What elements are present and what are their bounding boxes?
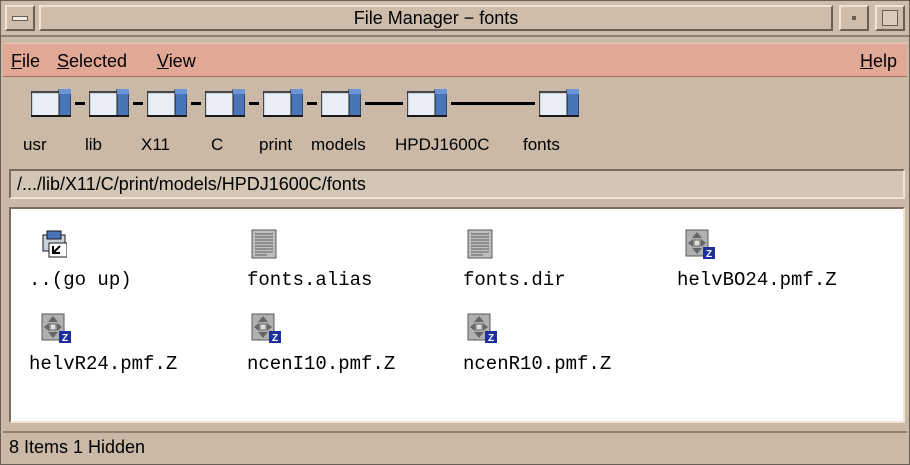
- path-label-c[interactable]: C: [211, 135, 223, 155]
- file-item[interactable]: helvR24.pmf.Z: [19, 313, 229, 383]
- window-menu-button[interactable]: [5, 5, 35, 31]
- menu-help[interactable]: Help: [860, 51, 897, 72]
- path-label-x11[interactable]: X11: [141, 135, 170, 155]
- file-name: fonts.dir: [463, 269, 566, 291]
- folder-icon[interactable]: [407, 89, 447, 117]
- path-connector: [249, 102, 259, 105]
- compressed-file-icon: [467, 313, 497, 343]
- folder-icon[interactable]: [31, 89, 71, 117]
- minimize-icon: [852, 16, 856, 20]
- path-label-fonts[interactable]: fonts: [523, 135, 560, 155]
- compressed-file-icon: [685, 229, 715, 259]
- minimize-button[interactable]: [839, 5, 869, 31]
- file-item[interactable]: fonts.alias: [233, 229, 443, 299]
- menu-bar: File Selected View Help: [3, 43, 907, 77]
- file-name: helvBO24.pmf.Z: [677, 269, 837, 291]
- compressed-file-icon: [251, 313, 281, 343]
- file-name: ..(go up): [29, 269, 132, 291]
- file-name: fonts.alias: [247, 269, 373, 291]
- path-connector: [365, 102, 403, 105]
- path-connector: [191, 102, 201, 105]
- text-document-icon: [467, 229, 493, 259]
- file-name: helvR24.pmf.Z: [29, 353, 178, 375]
- go-up-folder-icon: [41, 229, 67, 259]
- folder-icon[interactable]: [539, 89, 579, 117]
- maximize-icon: [882, 10, 898, 26]
- menu-file[interactable]: File: [11, 51, 40, 72]
- path-label-hpdj1600c[interactable]: HPDJ1600C: [395, 135, 490, 155]
- window-menu-icon: [12, 15, 28, 21]
- folder-icon[interactable]: [205, 89, 245, 117]
- file-manager-window: File Manager − fonts File Selected View …: [0, 0, 910, 465]
- folder-icon[interactable]: [263, 89, 303, 117]
- path-label-lib[interactable]: lib: [85, 135, 102, 155]
- menu-selected[interactable]: Selected: [57, 51, 127, 72]
- path-label-print[interactable]: print: [259, 135, 292, 155]
- path-connector: [75, 102, 85, 105]
- path-connector: [451, 102, 535, 105]
- file-name: ncenI10.pmf.Z: [247, 353, 396, 375]
- iconic-path: usr lib X11 C print models HPDJ1600C fon…: [3, 83, 907, 165]
- file-item[interactable]: ..(go up): [19, 229, 229, 299]
- file-name: ncenR10.pmf.Z: [463, 353, 612, 375]
- folder-icon[interactable]: [147, 89, 187, 117]
- path-field[interactable]: /.../lib/X11/C/print/models/HPDJ1600C/fo…: [9, 169, 905, 199]
- menu-view[interactable]: View: [157, 51, 196, 72]
- file-list-area[interactable]: ..(go up) fonts.alias fonts.dir helvBO24…: [9, 207, 905, 423]
- path-label-models[interactable]: models: [311, 135, 366, 155]
- maximize-button[interactable]: [875, 5, 905, 31]
- file-item[interactable]: helvBO24.pmf.Z: [663, 229, 873, 299]
- status-bar: 8 Items 1 Hidden: [3, 431, 907, 463]
- folder-icon[interactable]: [321, 89, 361, 117]
- path-connector: [133, 102, 143, 105]
- file-item[interactable]: fonts.dir: [447, 229, 657, 299]
- compressed-file-icon: [41, 313, 71, 343]
- file-item[interactable]: ncenI10.pmf.Z: [233, 313, 443, 383]
- title-bar[interactable]: File Manager − fonts: [1, 1, 909, 37]
- path-connector: [307, 102, 317, 105]
- file-item[interactable]: ncenR10.pmf.Z: [447, 313, 657, 383]
- folder-icon[interactable]: [89, 89, 129, 117]
- path-label-usr[interactable]: usr: [23, 135, 47, 155]
- text-document-icon: [251, 229, 277, 259]
- window-title[interactable]: File Manager − fonts: [39, 5, 833, 31]
